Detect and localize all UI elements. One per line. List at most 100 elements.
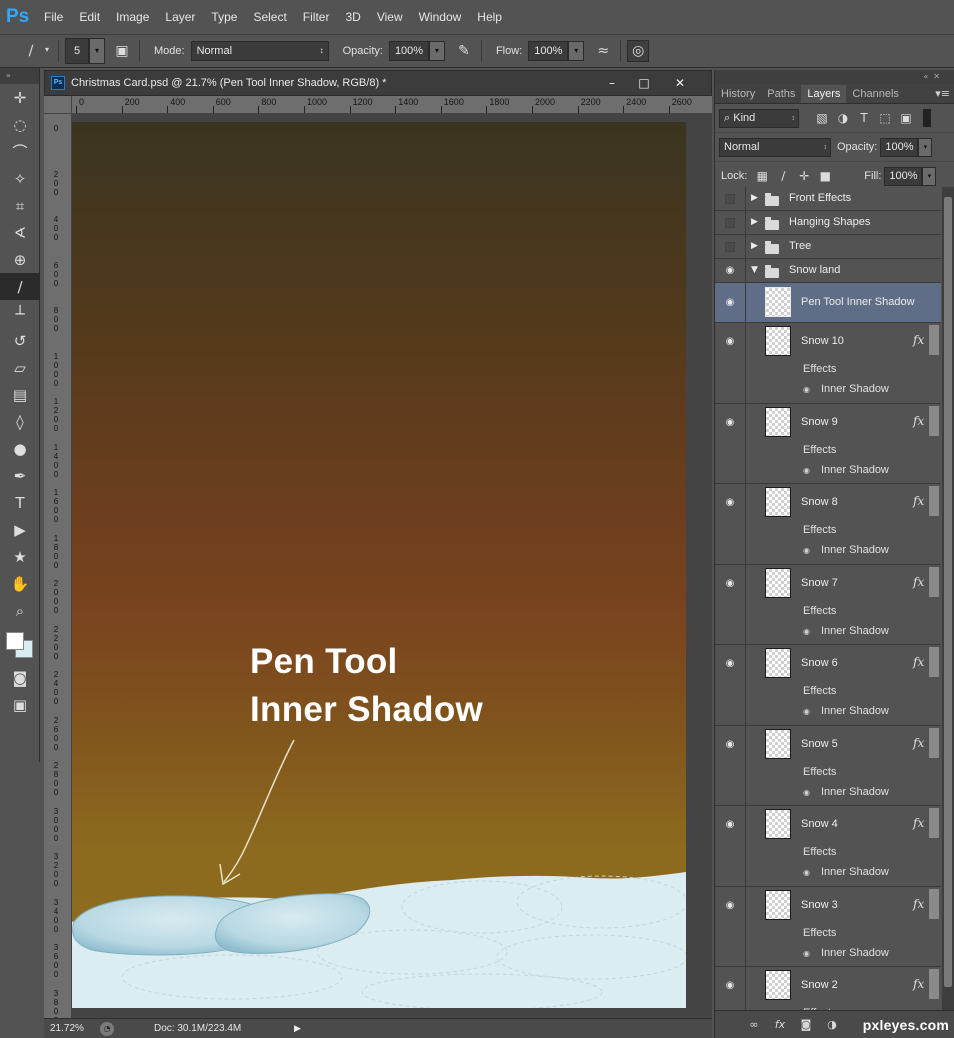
flow-dropdown[interactable]: ▾: [568, 41, 585, 61]
menu-window[interactable]: Window: [411, 0, 470, 34]
maximize-icon[interactable]: □: [629, 73, 659, 93]
visibility-off-toggle[interactable]: [725, 194, 735, 204]
status-info-icon[interactable]: ◔: [100, 1021, 114, 1036]
eye-icon[interactable]: ◉: [723, 417, 737, 428]
path-selection-icon[interactable]: ▶: [0, 516, 40, 543]
layer-row[interactable]: ◉ Snow 3 fx Effects ◉ Inner Shadow: [715, 886, 941, 967]
panel-menu-icon[interactable]: ▾≡: [935, 85, 954, 103]
effects-expand-toggle[interactable]: [929, 969, 939, 999]
menu-select[interactable]: Select: [245, 0, 294, 34]
blur-tool-icon[interactable]: ◊: [0, 408, 40, 435]
link-layers-icon[interactable]: ∞: [741, 1018, 767, 1031]
fx-badge[interactable]: fx: [913, 575, 924, 589]
fx-badge[interactable]: fx: [913, 414, 924, 428]
screen-mode-icon[interactable]: ▣: [0, 691, 40, 718]
eye-icon[interactable]: ◉: [723, 498, 737, 508]
adjustment-layer-icon[interactable]: ◑: [819, 1018, 845, 1031]
fx-badge[interactable]: fx: [913, 655, 924, 669]
layer-pen-tool-inner-shadow[interactable]: ◉ Pen Tool Inner Shadow: [715, 283, 941, 323]
eye-icon[interactable]: ◉: [723, 981, 737, 991]
type-tool-icon[interactable]: T: [0, 489, 40, 516]
expand-triangle-icon[interactable]: ▶: [751, 217, 758, 227]
tab-history[interactable]: History: [715, 85, 761, 103]
layer-row[interactable]: ◉ Snow 9 fx Effects ◉ Inner Shadow: [715, 403, 941, 484]
clone-stamp-icon[interactable]: ┴: [0, 300, 40, 327]
effect-eye-icon[interactable]: ◉: [803, 546, 810, 555]
effects-expand-toggle[interactable]: [929, 888, 939, 919]
fx-badge[interactable]: fx: [913, 816, 924, 830]
pen-tool-icon[interactable]: ✒: [0, 462, 40, 489]
collapse-triangle-icon[interactable]: ▼: [751, 265, 758, 275]
eye-icon[interactable]: ◉: [723, 739, 737, 750]
menu-type[interactable]: Type: [203, 0, 245, 34]
layer-opacity-field[interactable]: 100%: [880, 137, 919, 157]
menu-edit[interactable]: Edit: [71, 0, 108, 34]
expand-triangle-icon[interactable]: ▶: [751, 193, 758, 203]
airbrush-icon[interactable]: ≈: [592, 40, 614, 62]
filter-smart-object-icon[interactable]: ▣: [897, 109, 915, 127]
hand-tool-icon[interactable]: ✋: [0, 570, 40, 597]
filter-pixel-icon[interactable]: ▧: [813, 109, 831, 127]
layer-group-front-effects[interactable]: ▶ Front Effects: [715, 187, 941, 211]
close-icon[interactable]: ✕: [665, 73, 695, 93]
eye-icon[interactable]: ◉: [723, 337, 737, 347]
mode-select[interactable]: Normal ↕: [190, 41, 329, 61]
menu-3d[interactable]: 3D: [337, 0, 368, 34]
foreground-color-swatch[interactable]: [6, 632, 24, 650]
fx-badge[interactable]: fx: [913, 736, 924, 750]
layer-row[interactable]: ◉ Snow 6 fx Effects ◉ Inner Shadow: [715, 645, 941, 726]
layer-row[interactable]: ◉ Snow 4 fx Effects ◉ Inner Shadow: [715, 806, 941, 887]
effect-eye-icon[interactable]: ◉: [803, 627, 810, 636]
filter-shape-icon[interactable]: ⬚: [876, 109, 894, 127]
visibility-off-toggle[interactable]: [725, 242, 735, 252]
marquee-tool-icon[interactable]: ◌: [0, 111, 40, 138]
crop-tool-icon[interactable]: ⌗: [0, 192, 40, 219]
effect-eye-icon[interactable]: ◉: [803, 707, 810, 716]
effects-expand-toggle[interactable]: [929, 566, 939, 597]
eye-icon[interactable]: ◉: [723, 820, 737, 830]
brush-tool-preset-icon[interactable]: ∕: [20, 40, 42, 62]
eyedropper-tool-icon[interactable]: ∢: [0, 219, 40, 246]
eraser-tool-icon[interactable]: ▱: [0, 354, 40, 381]
chevron-down-icon[interactable]: ▾: [42, 41, 52, 61]
brush-panel-icon[interactable]: ▣: [111, 40, 133, 62]
effects-expand-toggle[interactable]: [929, 325, 939, 355]
eye-icon[interactable]: ◉: [723, 578, 737, 589]
opacity-field[interactable]: 100%: [388, 41, 429, 61]
scrollbar-thumb[interactable]: [944, 197, 952, 987]
healing-brush-icon[interactable]: ⊕: [0, 246, 40, 273]
menu-filter[interactable]: Filter: [295, 0, 338, 34]
tab-layers[interactable]: Layers: [801, 85, 847, 103]
lock-image-icon[interactable]: ∕: [774, 167, 792, 185]
flow-field[interactable]: 100%: [528, 41, 569, 61]
layer-group-tree[interactable]: ▶ Tree: [715, 235, 941, 259]
layer-row[interactable]: ◉ Snow 5 fx Effects ◉ Inner Shadow: [715, 725, 941, 806]
brush-size-field[interactable]: 5: [65, 38, 89, 64]
effects-expand-toggle[interactable]: [929, 647, 939, 677]
effects-expand-toggle[interactable]: [929, 727, 939, 758]
eye-icon[interactable]: ◉: [723, 298, 737, 308]
expand-triangle-icon[interactable]: ▶: [751, 241, 758, 251]
fill-field[interactable]: 100%: [884, 166, 923, 186]
menu-layer[interactable]: Layer: [157, 0, 203, 34]
fill-dropdown[interactable]: ▾: [922, 166, 937, 186]
menu-file[interactable]: File: [36, 0, 71, 34]
layers-scrollbar[interactable]: [942, 187, 954, 1010]
blend-mode-select[interactable]: Normal ↕: [719, 137, 831, 157]
lock-all-icon[interactable]: ■: [816, 167, 834, 185]
visibility-off-toggle[interactable]: [725, 218, 735, 228]
effects-expand-toggle[interactable]: [929, 405, 939, 436]
horizontal-ruler[interactable]: 0 200 400 600 800 1000 1200 1400 1600 1800 2000 220…: [72, 96, 712, 114]
layer-group-snow-land[interactable]: ◉ ▼ Snow land: [715, 259, 941, 283]
eye-icon[interactable]: ◉: [723, 659, 737, 669]
toolbox-collapse-icon[interactable]: »: [0, 68, 39, 84]
zoom-tool-icon[interactable]: ⌕: [0, 597, 40, 624]
effect-eye-icon[interactable]: ◉: [803, 385, 810, 394]
menu-view[interactable]: View: [369, 0, 411, 34]
effect-eye-icon[interactable]: ◉: [803, 868, 810, 877]
canvas[interactable]: Pen Tool Inner Shadow: [72, 122, 686, 1008]
menu-image[interactable]: Image: [108, 0, 157, 34]
filter-type-icon[interactable]: T: [855, 109, 873, 127]
move-tool-icon[interactable]: ✛: [0, 84, 40, 111]
effects-expand-toggle[interactable]: [929, 486, 939, 516]
